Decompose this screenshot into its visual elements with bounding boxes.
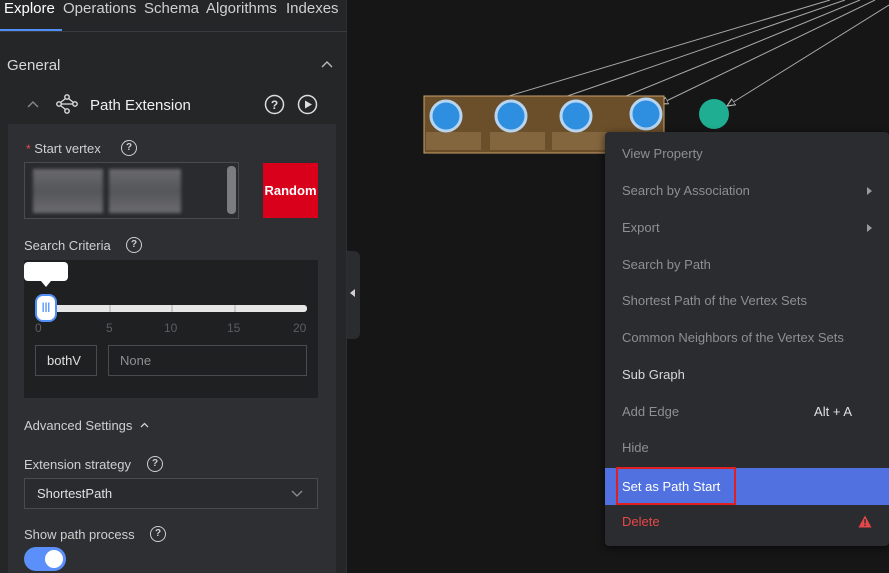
- slider-tick-label: 20: [293, 321, 307, 335]
- menu-item-label: Search by Association: [622, 183, 750, 198]
- tab-indexes[interactable]: Indexes: [286, 0, 339, 18]
- show-path-process-help-icon[interactable]: ?: [150, 526, 166, 542]
- svg-text:?: ?: [271, 98, 278, 112]
- edge-line[interactable]: [660, 0, 876, 104]
- graph-nodes-icon: [56, 94, 78, 114]
- menu-item-shortest-path[interactable]: Shortest Path of the Vertex Sets: [605, 283, 889, 319]
- slider-tick-mark: [234, 305, 236, 312]
- menu-item-label: Common Neighbors of the Vertex Sets: [622, 330, 844, 345]
- menu-item-label: Export: [622, 220, 660, 235]
- slider-tick-label: 10: [164, 321, 178, 335]
- menu-item-label: Delete: [622, 514, 660, 529]
- active-tab-indicator: [0, 29, 62, 31]
- slider-tick-mark: [109, 305, 111, 312]
- vertex-node[interactable]: [494, 99, 528, 133]
- redacted-vertex-label: [552, 132, 607, 150]
- chevron-up-icon[interactable]: [140, 422, 149, 428]
- depth-slider-handle[interactable]: |||: [35, 294, 57, 322]
- caret-left-icon: [350, 289, 355, 297]
- chevron-down-icon: [291, 490, 303, 497]
- tab-operations[interactable]: Operations: [63, 0, 136, 18]
- extension-strategy-help-icon[interactable]: ?: [147, 456, 163, 472]
- menu-item-view-property[interactable]: View Property: [605, 136, 889, 172]
- graph-edges: [462, 0, 889, 110]
- vertex-node[interactable]: [559, 99, 593, 133]
- menu-item-label: Shortest Path of the Vertex Sets: [622, 293, 807, 308]
- redacted-vertex-chip: [109, 169, 181, 213]
- menu-item-label: Sub Graph: [622, 367, 685, 382]
- general-section-title: General: [7, 57, 61, 74]
- start-vertex-label: * Start vertex: [26, 141, 101, 156]
- vertex-node[interactable]: [629, 97, 663, 131]
- edge-line[interactable]: [462, 0, 831, 110]
- warning-triangle-icon: [858, 515, 872, 528]
- menu-item-common-neighbors[interactable]: Common Neighbors of the Vertex Sets: [605, 320, 889, 356]
- depth-slider-track[interactable]: [40, 305, 307, 312]
- redacted-vertex-label: [426, 132, 481, 150]
- menu-item-sub-graph[interactable]: Sub Graph: [605, 357, 889, 393]
- menu-item-label: Add Edge: [622, 404, 680, 419]
- play-circle-icon[interactable]: [297, 94, 318, 115]
- annotation-highlight-box: [616, 467, 736, 505]
- start-vertex-input[interactable]: [24, 162, 239, 219]
- menu-item-label: View Property: [622, 146, 703, 161]
- tab-algorithms[interactable]: Algorithms: [206, 0, 277, 18]
- slider-tooltip: [24, 262, 68, 281]
- vertex-node[interactable]: [429, 99, 463, 133]
- required-mark: *: [26, 142, 31, 156]
- path-extension-header[interactable]: Path Extension ?: [0, 90, 347, 120]
- extension-strategy-value: ShortestPath: [37, 486, 113, 501]
- toggle-knob: [45, 550, 63, 568]
- caret-right-icon: [867, 224, 872, 232]
- tab-bar: Explore Operations Schema Algorithms Ind…: [0, 0, 347, 32]
- edge-line[interactable]: [592, 0, 861, 110]
- start-vertex-help-icon[interactable]: ?: [121, 140, 137, 156]
- slider-tick-label: 15: [227, 321, 241, 335]
- random-button[interactable]: Random: [263, 163, 318, 218]
- menu-item-export[interactable]: Export: [605, 210, 889, 246]
- tab-schema[interactable]: Schema: [144, 0, 199, 18]
- path-extension-title: Path Extension: [90, 97, 191, 114]
- menu-item-hide[interactable]: Hide: [605, 430, 889, 466]
- redacted-vertex-label: [490, 132, 545, 150]
- menu-item-label: Search by Path: [622, 257, 711, 272]
- menu-item-label: Hide: [622, 440, 649, 455]
- explore-panel: Explore Operations Schema Algorithms Ind…: [0, 0, 347, 573]
- add-edge-shortcut: Alt + A: [814, 404, 852, 419]
- menu-item-add-edge[interactable]: Add Edge Alt + A: [605, 394, 889, 430]
- chevron-up-icon[interactable]: [321, 60, 333, 68]
- menu-item-search-by-path[interactable]: Search by Path: [605, 247, 889, 283]
- edge-line[interactable]: [727, 4, 889, 106]
- extension-strategy-label: Extension strategy: [24, 457, 131, 472]
- slider-tick-label: 0: [35, 321, 42, 335]
- redacted-vertex-chip: [33, 169, 103, 213]
- panel-collapse-handle[interactable]: [347, 251, 360, 339]
- slider-tick-mark: [171, 305, 173, 312]
- menu-item-delete[interactable]: Delete: [605, 504, 889, 540]
- label-filter-input[interactable]: None: [108, 345, 307, 376]
- menu-item-search-by-association[interactable]: Search by Association: [605, 173, 889, 209]
- start-vertex-text: Start vertex: [34, 141, 101, 156]
- slider-tooltip-arrow: [41, 281, 51, 287]
- edge-line[interactable]: [527, 0, 846, 110]
- vertex-list-scrollbar[interactable]: [227, 166, 236, 214]
- chevron-up-icon[interactable]: [27, 100, 39, 108]
- show-path-process-label: Show path process: [24, 527, 135, 542]
- show-path-process-toggle[interactable]: [24, 547, 66, 571]
- search-criteria-help-icon[interactable]: ?: [126, 237, 142, 253]
- tab-explore[interactable]: Explore: [4, 0, 55, 18]
- question-circle-icon[interactable]: ?: [264, 94, 285, 115]
- caret-right-icon: [867, 187, 872, 195]
- search-criteria-label: Search Criteria: [24, 238, 111, 253]
- advanced-settings-toggle[interactable]: Advanced Settings: [24, 418, 132, 433]
- vertex-node[interactable]: [699, 99, 729, 129]
- extension-strategy-select[interactable]: ShortestPath: [24, 478, 318, 509]
- direction-select[interactable]: bothV: [35, 345, 97, 376]
- slider-tick-label: 5: [106, 321, 113, 335]
